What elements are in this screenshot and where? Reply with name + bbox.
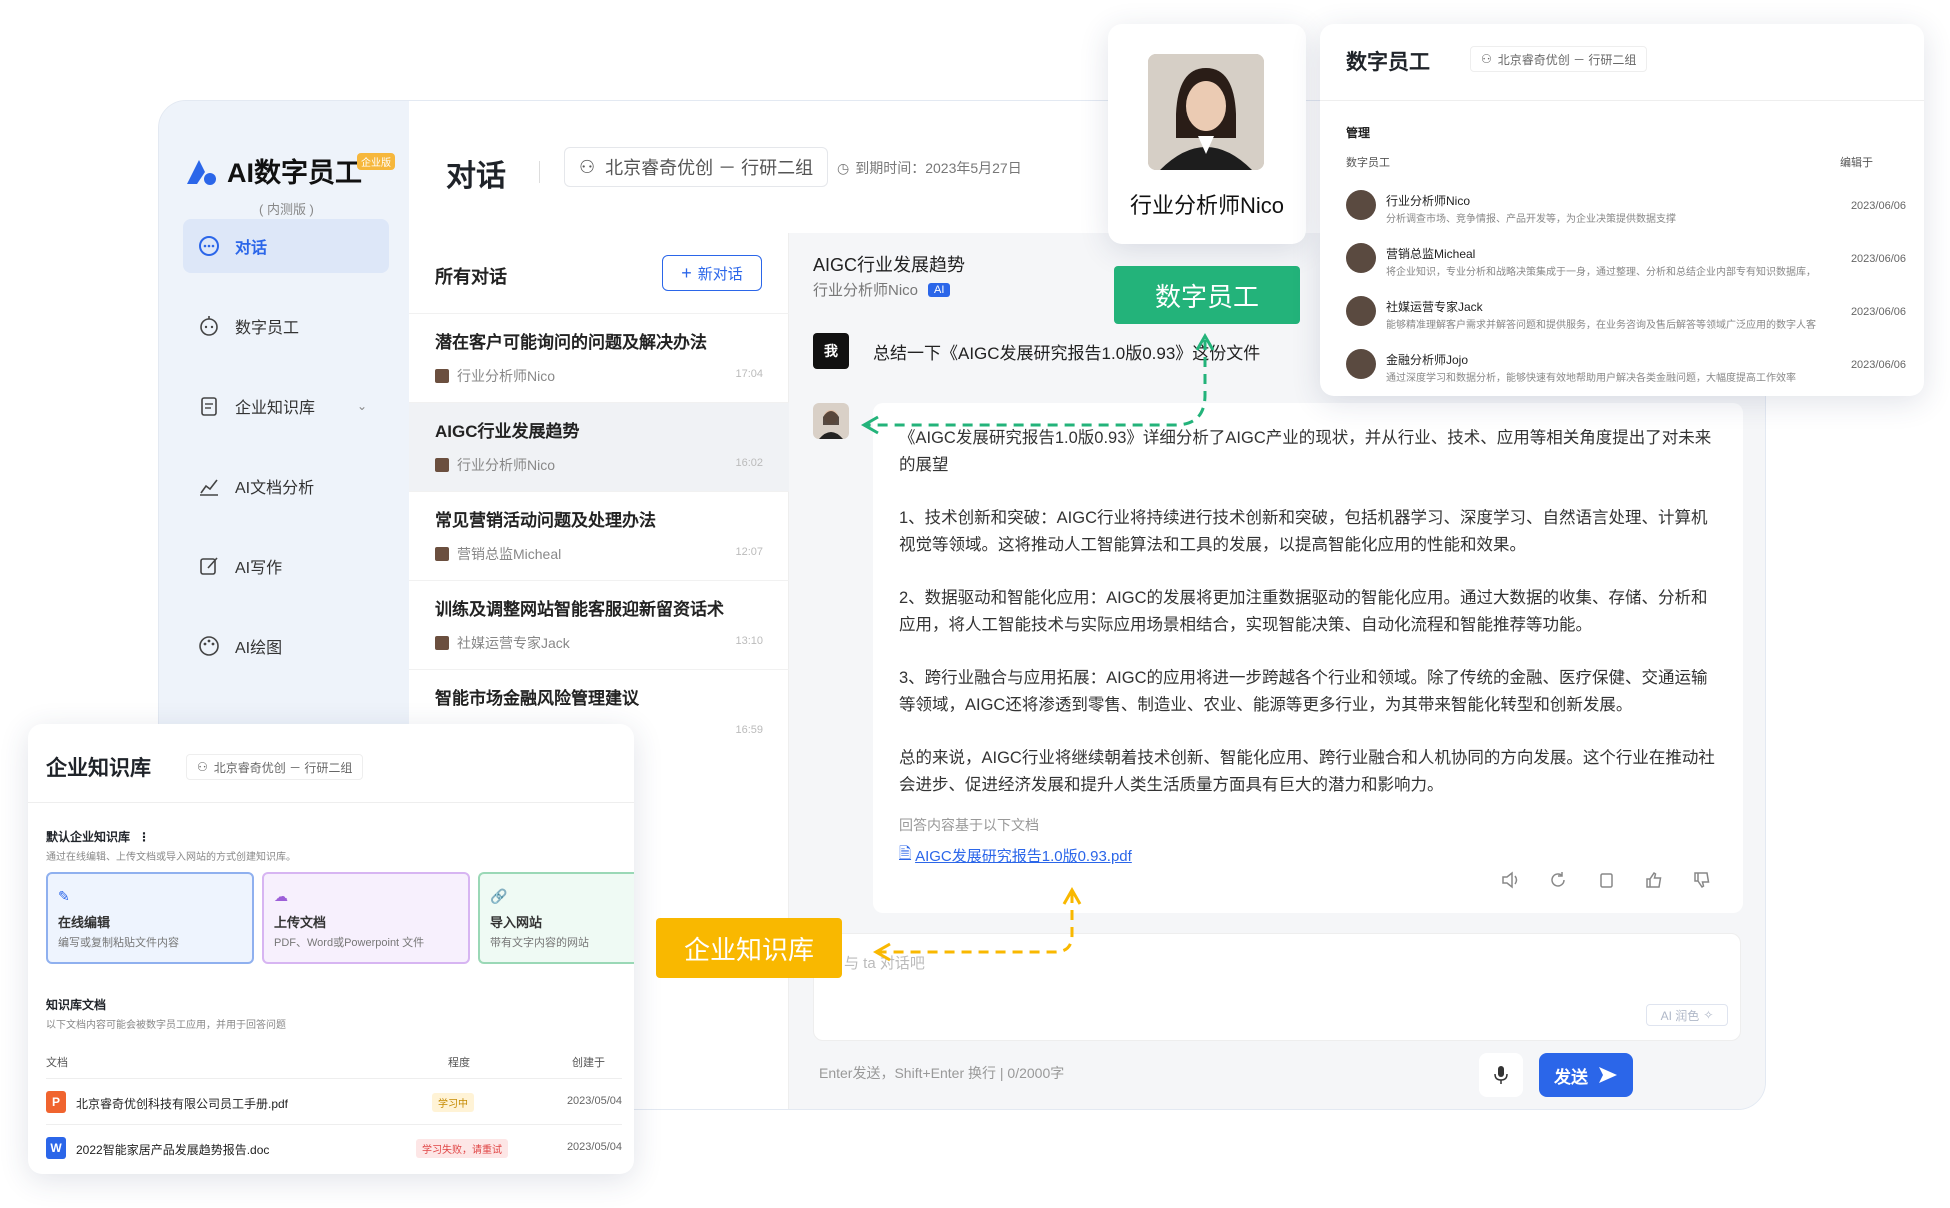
option-name: 导入网站: [490, 915, 543, 930]
team-icon: ⚇: [197, 760, 208, 774]
avatar: [1346, 190, 1376, 220]
option-desc: 带有文字内容的网站: [490, 937, 589, 949]
employee-row[interactable]: 营销总监Micheal 将企业知识，专业分析和战略决策集成于一身，通过整理、分析和…: [1346, 235, 1906, 285]
employee-desc: 通过深度学习和数据分析，能够快速有效地帮助用户解决各类金融问题，大幅度提高工作效…: [1386, 373, 1796, 384]
team-icon: ⚇: [1481, 52, 1492, 66]
panel-title: 企业知识库: [46, 757, 151, 780]
employee-row[interactable]: 社媒运营专家Jack 能够精准理解客户需求并解答问题和提供服务，在业务咨询及售后解…: [1346, 288, 1906, 338]
option-desc: 编写或复制粘贴文件内容: [58, 937, 179, 949]
pen-icon: ✎: [58, 888, 70, 904]
divider: [28, 802, 634, 803]
employee-desc: 分析调查市场、竞争情报、产品开发等，为企业决策提供数据支撑: [1386, 214, 1676, 225]
section-desc: 以下文档内容可能会被数字员工应用，并用于回答问题: [46, 1020, 286, 1031]
document-date: 2023/05/04: [566, 1095, 622, 1107]
upload-icon: ☁: [274, 888, 288, 904]
document-row[interactable]: P 北京睿奇优创科技有限公司员工手册.pdf 学习中 2023/05/04: [46, 1078, 622, 1124]
column-header: 创建于: [572, 1057, 605, 1069]
document-name: 2022智能家居产品发展趋势报告.doc: [76, 1143, 270, 1157]
section-desc: 通过在线编辑、上传文档或导入网站的方式创建知识库。: [46, 852, 296, 863]
employee-date: 2023/06/06: [1850, 306, 1906, 318]
team-selector[interactable]: ⚇ 北京睿奇优创 － 行研二组: [186, 754, 364, 780]
section-title: 管理: [1346, 126, 1371, 140]
employee-date: 2023/06/06: [1850, 359, 1906, 371]
status-badge: 学习失败，请重试: [416, 1139, 508, 1158]
pdf-icon: P: [46, 1091, 66, 1113]
employee-desc: 能够精准理解客户需求并解答问题和提供服务，在业务咨询及售后解答等领域广泛应用的数…: [1386, 320, 1816, 331]
column-header: 文档: [46, 1057, 68, 1069]
knowledge-base-callout: 企业知识库: [656, 918, 842, 978]
column-header: 程度: [448, 1057, 470, 1069]
employee-date: 2023/06/06: [1850, 253, 1906, 265]
import-website-option[interactable]: 🔗 导入网站带有文字内容的网站: [478, 872, 634, 964]
employee-profile-card: 行业分析师Nico: [1108, 24, 1306, 244]
employee-date: 2023/06/06: [1850, 200, 1906, 212]
document-date: 2023/05/04: [566, 1141, 622, 1153]
upload-document-option[interactable]: ☁ 上传文档 PDF、Word或Powerpoint 文件: [262, 872, 470, 964]
status-badge: 学习中: [432, 1093, 474, 1112]
employee-name: 社媒运营专家Jack: [1386, 300, 1483, 314]
team-name: 北京睿奇优创 － 行研二组: [1497, 52, 1637, 67]
document-row[interactable]: W 2022智能家居产品发展趋势报告.doc 学习失败，请重试 2023/05/04: [46, 1124, 622, 1170]
column-header: 编辑于: [1840, 157, 1873, 169]
employee-name: 金融分析师Jojo: [1386, 353, 1469, 367]
column-header: 数字员工: [1346, 157, 1390, 169]
digital-employee-callout: 数字员工: [1114, 266, 1300, 324]
option-name: 上传文档: [274, 915, 327, 930]
employee-row[interactable]: 金融分析师Jojo 通过深度学习和数据分析，能够快速有效地帮助用户解决各类金融问题…: [1346, 341, 1906, 391]
avatar: [1346, 243, 1376, 273]
option-name: 在线编辑: [58, 915, 111, 930]
avatar: [1346, 296, 1376, 326]
document-name: 北京睿奇优创科技有限公司员工手册.pdf: [76, 1097, 289, 1111]
section-title: 知识库文档: [46, 998, 107, 1012]
section-title: 默认企业知识库 ⋮: [46, 830, 151, 844]
link-icon: 🔗: [490, 888, 508, 904]
employee-desc: 将企业知识，专业分析和战略决策集成于一身，通过整理、分析和总结企业内部专有知识数…: [1386, 267, 1816, 278]
panel-title: 数字员工: [1346, 51, 1430, 74]
avatar: [1346, 349, 1376, 379]
team-selector[interactable]: ⚇ 北京睿奇优创 － 行研二组: [1470, 46, 1648, 72]
employee-name: 营销总监Micheal: [1386, 247, 1476, 261]
employee-name: 行业分析师Nico: [1129, 193, 1284, 218]
employee-name: 行业分析师Nico: [1386, 194, 1471, 208]
online-edit-option[interactable]: ✎ 在线编辑编写或复制粘贴文件内容: [46, 872, 254, 964]
option-desc: PDF、Word或Powerpoint 文件: [274, 937, 425, 949]
team-name: 北京睿奇优创 － 行研二组: [213, 760, 353, 775]
word-icon: W: [46, 1137, 66, 1159]
employee-photo: [1148, 54, 1264, 170]
more-icon[interactable]: ⋮: [138, 830, 150, 844]
knowledge-base-panel: 企业知识库 ⚇ 北京睿奇优创 － 行研二组 默认企业知识库 ⋮ 通过在线编辑、上传文…: [28, 724, 634, 1174]
divider: [1320, 100, 1924, 101]
employee-row[interactable]: 行业分析师Nico 分析调查市场、竞争情报、产品开发等，为企业决策提供数据支撑 20…: [1346, 182, 1906, 232]
digital-employee-panel: 数字员工 ⚇ 北京睿奇优创 － 行研二组 管理 数字员工 编辑于 行业分析师Nic…: [1320, 24, 1924, 396]
